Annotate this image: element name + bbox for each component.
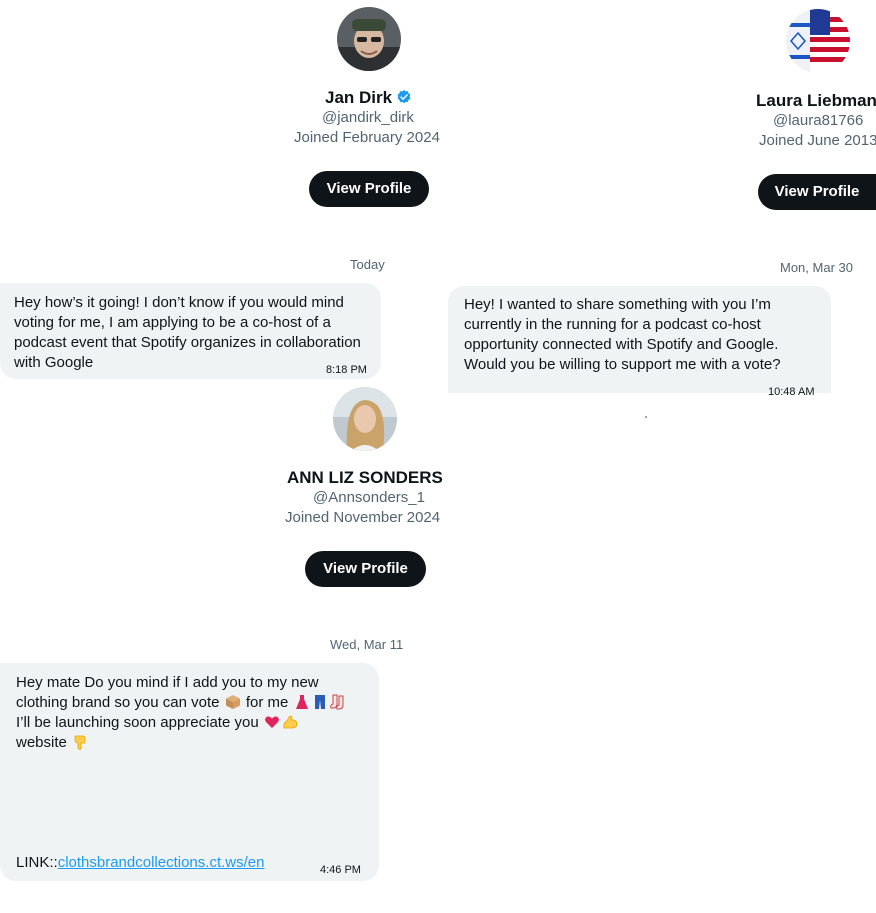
jeans-emoji [312, 694, 328, 710]
message-line-1: Hey mate Do you mind if I add you to my … [16, 674, 319, 691]
view-profile-button-jan[interactable]: View Profile [309, 171, 429, 207]
message-bubble-laura[interactable]: Hey! I wanted to share something with yo… [448, 286, 831, 398]
box-emoji [225, 694, 241, 710]
message-bubble-jan[interactable]: Hey how’s it going! I don’t know if you … [0, 283, 381, 379]
socks-emoji [329, 694, 346, 710]
heart-emoji [264, 714, 280, 730]
link-prefix: LINK:: [16, 854, 58, 871]
profile-handle-ann: @Annsonders_1 [313, 489, 425, 506]
message-line-3: I’ll be launching soon appreciate you [16, 713, 299, 733]
message-line-2: clothing brand so you can vote for me [16, 693, 347, 713]
message-line-2a: clothing brand so you can vote [16, 694, 220, 711]
chat-date-jan: Today [350, 257, 385, 272]
message-line-2b: for me [245, 694, 289, 711]
message-text: Hey how’s it going! I don’t know if you … [14, 294, 361, 371]
avatar-laura-liebman[interactable] [786, 9, 850, 73]
message-line-4-text: website [16, 734, 67, 751]
profile-joined-ann: Joined November 2024 [285, 509, 441, 526]
message-bubble-ann[interactable]: Hey mate Do you mind if I add you to my … [0, 663, 379, 881]
message-link[interactable]: clothsbrandcollections.ct.ws/en [58, 854, 265, 871]
profile-name-laura: Laura Liebman [756, 91, 876, 110]
pointing-down-emoji [72, 734, 88, 750]
view-profile-button-laura[interactable]: View Profile [758, 174, 876, 210]
profile-handle-jan: @jandirk_dirk [322, 109, 414, 126]
profile-name-jan: Jan Dirk [325, 88, 412, 110]
profile-joined-laura: Joined June 2013 [759, 132, 876, 149]
message-time: 4:46 PM [320, 864, 361, 876]
divider-dot [645, 416, 647, 418]
profile-handle-laura: @laura81766 [773, 112, 864, 129]
message-text: Hey! I wanted to share something with yo… [464, 296, 781, 373]
profile-joined-jan: Joined February 2024 [294, 129, 440, 146]
avatar-ann-liz-sonders[interactable] [333, 387, 397, 451]
message-time: 10:48 AM [768, 386, 815, 398]
verified-badge-icon [396, 89, 412, 110]
message-line-4: website [16, 733, 89, 753]
profile-name-ann: ANN LIZ SONDERS [287, 468, 443, 487]
flexed-biceps-emoji [282, 714, 298, 730]
avatar-jan-dirk[interactable] [337, 7, 401, 71]
message-link-line: LINK::clothsbrandcollections.ct.ws/en [16, 853, 264, 873]
view-profile-button-ann[interactable]: View Profile [305, 551, 426, 587]
message-line-3-text: I’ll be launching soon appreciate you [16, 714, 259, 731]
chat-date-laura: Mon, Mar 30 [780, 260, 853, 275]
chat-date-ann: Wed, Mar 11 [330, 637, 404, 652]
message-time: 8:18 PM [326, 364, 367, 376]
dress-emoji [294, 694, 310, 710]
profile-name-text: Jan Dirk [325, 88, 393, 107]
